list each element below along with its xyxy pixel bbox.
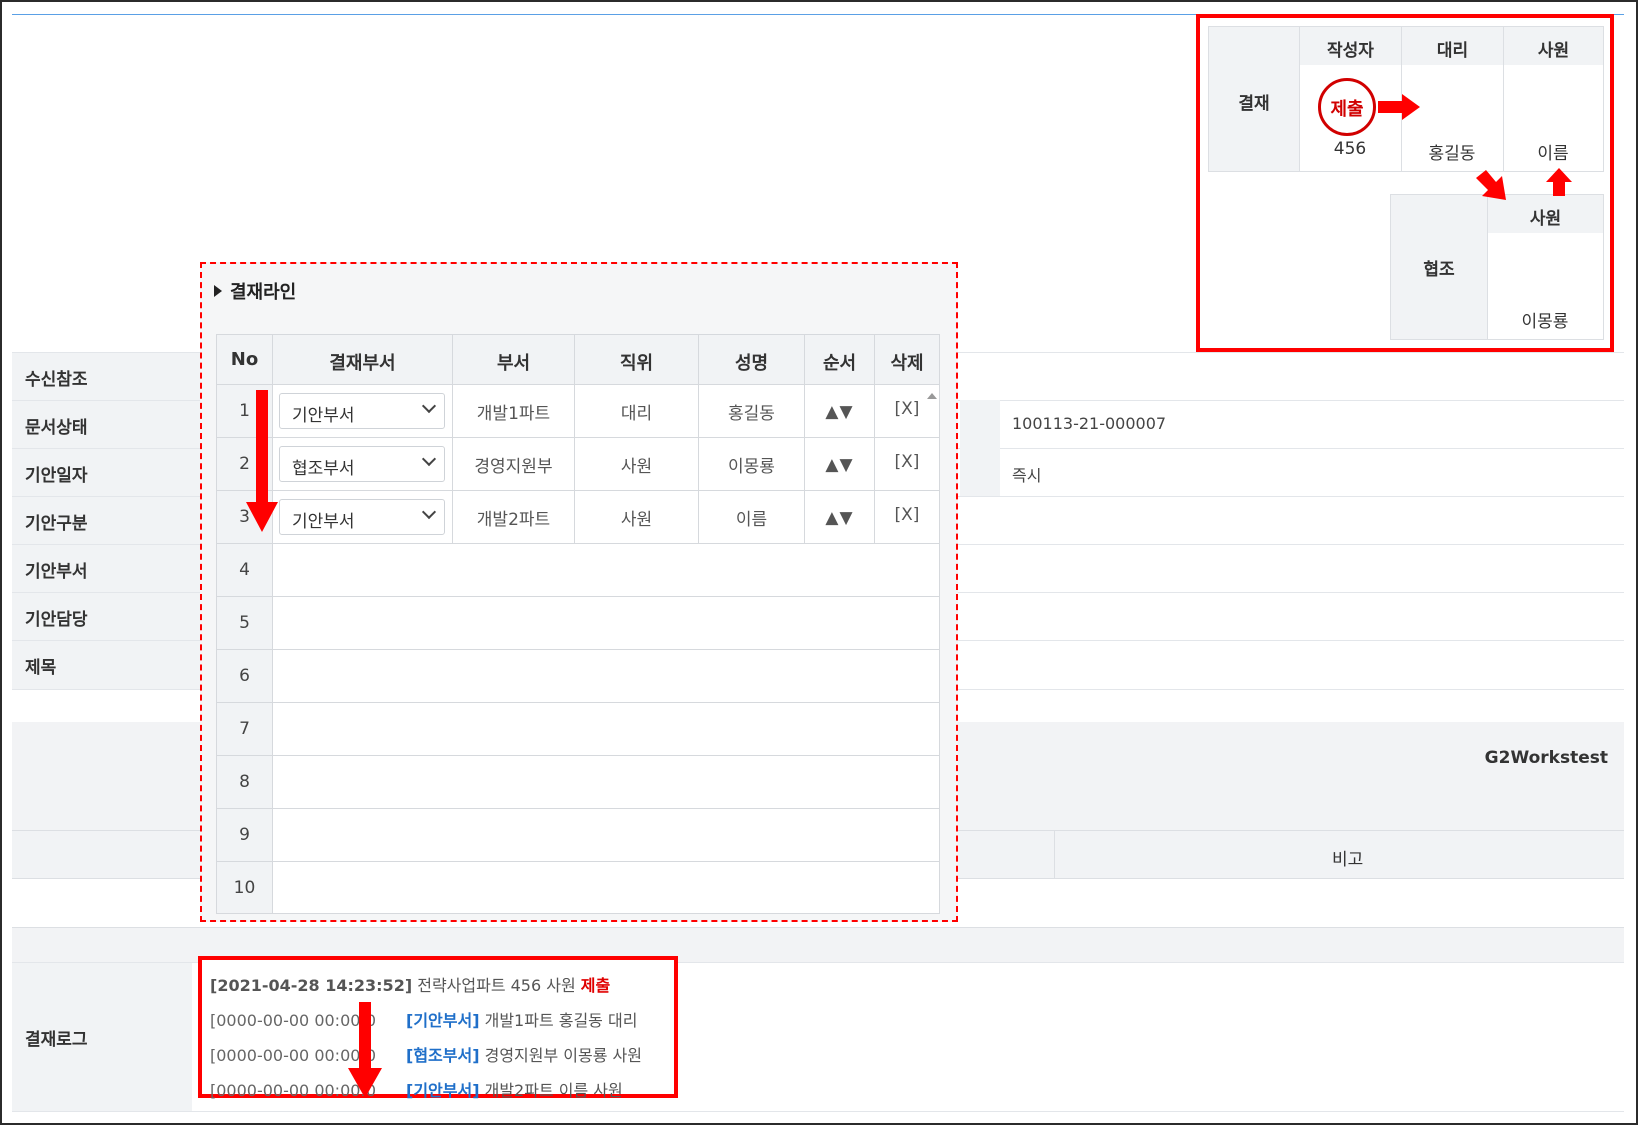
- row-divider: [273, 596, 939, 597]
- row-number: 10: [217, 862, 273, 913]
- row-number: 5: [217, 597, 273, 650]
- log-entry: [2021-04-28 14:23:52] 전략사업파트 456 사원 제출: [210, 972, 610, 996]
- column-divider: [1054, 831, 1055, 879]
- log-entry: [0000-00-00 00:00:0 [기안부서] 개발1파트 홍길동 대리: [210, 1007, 637, 1031]
- header-dept: 부서: [453, 335, 575, 385]
- row-divider: [273, 861, 939, 862]
- row-number: 9: [217, 809, 273, 862]
- note-header: 비고: [1332, 850, 1364, 870]
- timing-value: 즉시: [1012, 466, 1042, 485]
- log-entry: [0000-00-00 00:00:0 [협조부서] 경영지원부 이몽룡 사원: [210, 1042, 642, 1066]
- order-arrows-button[interactable]: ▲▼: [805, 385, 875, 438]
- header-delete: 삭제: [875, 335, 939, 385]
- row-divider: [273, 808, 939, 809]
- approval-line-grid: No 결재부서 부서 직위 성명 순서 삭제 1 기안부서 개발1파트 대리 홍…: [216, 334, 940, 914]
- company-name: G2Workstest: [1484, 748, 1608, 768]
- log-dept: [기안부서]: [406, 1081, 480, 1100]
- name-cell: 이름: [699, 491, 805, 544]
- up-arrow-icon: [1546, 168, 1572, 196]
- panel-title: 결재라인: [214, 278, 296, 304]
- row-number: 8: [217, 756, 273, 809]
- row-divider: [273, 649, 939, 650]
- name-cell: 이몽룡: [699, 438, 805, 491]
- header-name: 성명: [699, 335, 805, 385]
- row-number: 6: [217, 650, 273, 703]
- log-text: 경영지원부 이몽룡 사원: [479, 1046, 642, 1065]
- log-dept: [협조부서]: [406, 1046, 480, 1065]
- delete-button[interactable]: [X]: [875, 491, 939, 544]
- row-number: 4: [217, 544, 273, 597]
- header-no: No: [217, 335, 273, 385]
- header-approval-type: 결재부서: [273, 335, 453, 385]
- doc-number: 100113-21-000007: [1012, 414, 1167, 433]
- position-cell: 사원: [575, 491, 699, 544]
- panel-title-text: 결재라인: [230, 282, 297, 303]
- position-cell: 사원: [575, 438, 699, 491]
- approval-line-panel: 결재라인 No 결재부서 부서 직위 성명 순서 삭제 1 기안부서 개발1파트…: [200, 262, 958, 922]
- delete-button[interactable]: [X]: [875, 438, 939, 491]
- log-label: 결재로그: [12, 963, 192, 1111]
- approval-log-highlight: [2021-04-28 14:23:52] 전략사업파트 456 사원 제출 […: [198, 956, 678, 1101]
- row-number: 7: [217, 703, 273, 756]
- select-cell: [273, 438, 453, 491]
- delete-button[interactable]: [X]: [875, 385, 939, 438]
- field-sub-label: [960, 400, 1000, 496]
- position-cell: 대리: [575, 385, 699, 438]
- dept-cell: 경영지원부: [453, 438, 575, 491]
- right-arrow-icon: [1378, 94, 1420, 120]
- log-entry: [0000-00-00 00:00:0 [기안부서] 개발2파트 이름 사원: [210, 1077, 623, 1101]
- dept-cell: 개발1파트: [453, 385, 575, 438]
- select-cell: [273, 385, 453, 438]
- order-arrows-button[interactable]: ▲▼: [805, 491, 875, 544]
- name-cell: 홍길동: [699, 385, 805, 438]
- row-divider: [273, 755, 939, 756]
- dept-cell: 개발2파트: [453, 491, 575, 544]
- log-status: 제출: [580, 976, 611, 995]
- triangle-icon: [214, 285, 222, 297]
- row-divider: [273, 702, 939, 703]
- log-text: 전략사업파트 456 사원: [412, 976, 581, 995]
- diagonal-arrow-icon: [1476, 170, 1506, 200]
- log-dept: [기안부서]: [406, 1011, 480, 1030]
- down-arrow-icon: [348, 1002, 382, 1098]
- log-text: 개발2파트 이름 사원: [479, 1081, 623, 1100]
- down-arrow-icon: [246, 390, 278, 532]
- log-text: 개발1파트 홍길동 대리: [479, 1011, 638, 1030]
- header-position: 직위: [575, 335, 699, 385]
- log-timestamp: [2021-04-28 14:23:52]: [210, 976, 413, 995]
- header-order: 순서: [805, 335, 875, 385]
- order-arrows-button[interactable]: ▲▼: [805, 438, 875, 491]
- select-cell: [273, 491, 453, 544]
